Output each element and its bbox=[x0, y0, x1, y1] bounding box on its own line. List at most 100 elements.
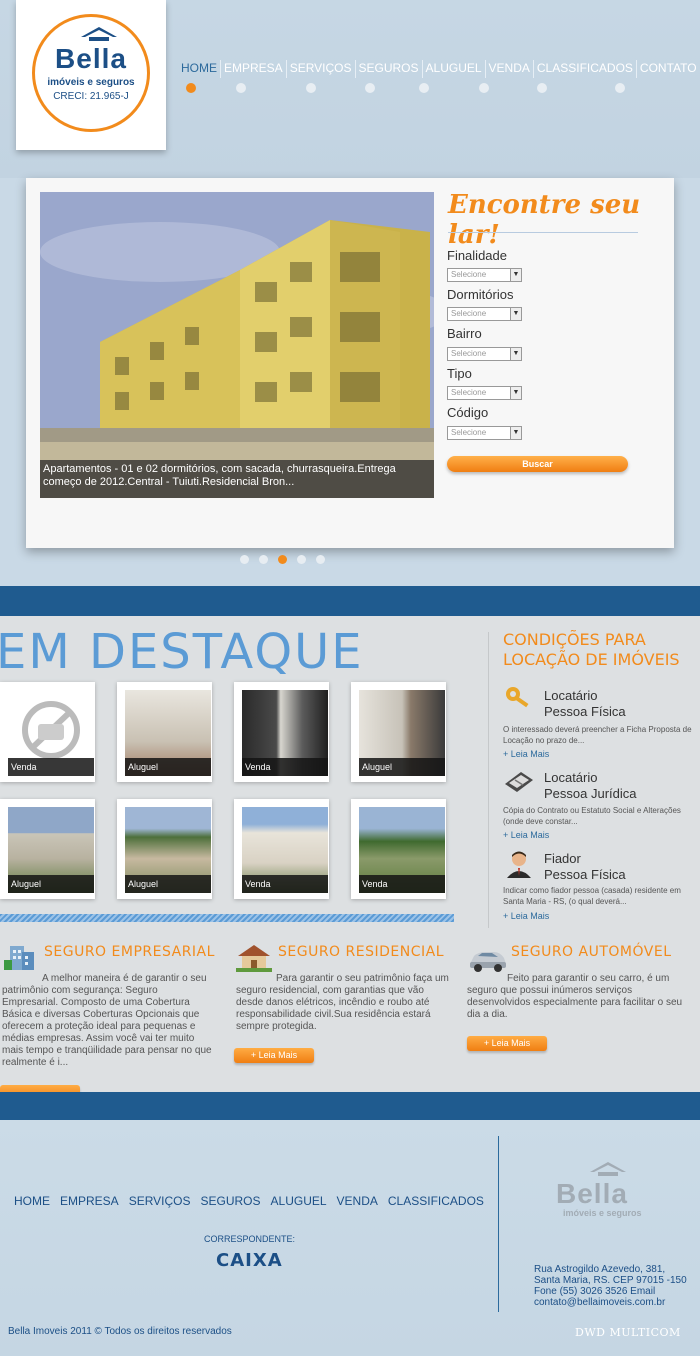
nav-servicos[interactable]: SERVIÇOS bbox=[287, 60, 356, 78]
read-more-link[interactable]: + Leia Mais bbox=[503, 749, 549, 759]
footer-brand-tagline: imóveis e seguros bbox=[563, 1208, 642, 1218]
caixa-logo[interactable]: CAIXA bbox=[216, 1250, 283, 1271]
footer-link-venda[interactable]: VENDA bbox=[337, 1194, 378, 1208]
tipo-label: Tipo bbox=[447, 366, 472, 381]
finalidade-select[interactable]: Selecione ▼ bbox=[447, 268, 522, 282]
footer-link-home[interactable]: HOME bbox=[14, 1194, 50, 1208]
chevron-down-icon: ▼ bbox=[510, 269, 521, 281]
listing-tag: Venda bbox=[242, 758, 328, 776]
nav-empresa[interactable]: EMPRESA bbox=[221, 60, 287, 78]
header: Bella imóveis e seguros CRECI: 21.965-J … bbox=[0, 0, 700, 178]
nav-indicator bbox=[615, 83, 625, 93]
email-link[interactable]: contato@bellaimoveis.com.br bbox=[534, 1297, 687, 1308]
footer-link-empresa[interactable]: EMPRESA bbox=[60, 1194, 119, 1208]
slide-dot[interactable] bbox=[297, 555, 306, 564]
listing-card[interactable]: Venda bbox=[0, 682, 95, 782]
cond-item-title[interactable]: Fiador Pessoa Física bbox=[544, 851, 626, 883]
slide-dot[interactable] bbox=[259, 555, 268, 564]
slide-dot-active[interactable] bbox=[278, 555, 287, 564]
read-more-link[interactable]: + Leia Mais bbox=[503, 911, 549, 921]
address: Rua Astrogildo Azevedo, 381, Santa Maria… bbox=[534, 1264, 687, 1308]
listing-card[interactable]: Aluguel bbox=[117, 799, 212, 899]
nav-indicator-active bbox=[186, 83, 196, 93]
car-icon bbox=[470, 952, 506, 972]
cond-item-desc: Indicar como fiador pessoa (casada) resi… bbox=[503, 886, 681, 906]
slide-caption[interactable]: Apartamentos - 01 e 02 dormitórios, com … bbox=[40, 460, 434, 498]
conditions-title-line2: LOCAÇÃO DE IMÓVEIS bbox=[503, 650, 680, 669]
nav-aluguel[interactable]: ALUGUEL bbox=[423, 60, 486, 78]
chevron-down-icon: ▼ bbox=[510, 427, 521, 439]
destaque-title: EM DESTAQUE bbox=[0, 624, 364, 680]
nav-indicator bbox=[479, 83, 489, 93]
divider bbox=[488, 632, 489, 928]
cond-item-line1: Locatário bbox=[544, 770, 598, 785]
developer-credit[interactable]: DWD MULTICOM bbox=[575, 1326, 681, 1339]
listing-card[interactable]: Venda bbox=[234, 799, 329, 899]
nav-seguros[interactable]: SEGUROS bbox=[356, 60, 423, 78]
finalidade-value: Selecione bbox=[451, 270, 487, 279]
dormitorios-select[interactable]: Selecione ▼ bbox=[447, 307, 522, 321]
search-button[interactable]: Buscar bbox=[447, 456, 628, 472]
listing-tag: Aluguel bbox=[8, 875, 94, 893]
footer-link-aluguel[interactable]: ALUGUEL bbox=[271, 1194, 327, 1208]
house-icon bbox=[236, 945, 272, 972]
nav-home[interactable]: HOME bbox=[178, 60, 221, 78]
main-nav: HOME EMPRESA SERVIÇOS SEGUROS ALUGUEL VE… bbox=[178, 60, 700, 78]
nav-indicator bbox=[537, 83, 547, 93]
address-line: Santa Maria, RS. CEP 97015 -150 bbox=[534, 1275, 687, 1286]
divider bbox=[448, 232, 638, 233]
seguro-empresarial-title[interactable]: SEGURO EMPRESARIAL bbox=[44, 944, 215, 960]
cond-item-desc: O interessado deverá preencher a Ficha P… bbox=[503, 725, 692, 745]
cond-item-desc: Cópia do Contrato ou Estatuto Social e A… bbox=[503, 806, 681, 826]
bairro-value: Selecione bbox=[451, 349, 487, 358]
listing-tag: Aluguel bbox=[359, 758, 445, 776]
listing-card[interactable]: Aluguel bbox=[351, 682, 446, 782]
slide-image[interactable]: Apartamentos - 01 e 02 dormitórios, com … bbox=[40, 192, 434, 498]
nav-classificados[interactable]: CLASSIFICADOS bbox=[534, 60, 637, 78]
seguro-empresarial-text: A melhor maneira é de garantir o seu pat… bbox=[2, 973, 212, 1068]
brand-name: Bella bbox=[55, 43, 127, 74]
listing-tag: Venda bbox=[242, 875, 328, 893]
listing-tag: Aluguel bbox=[125, 875, 211, 893]
correspondent-label: CORRESPONDENTE: bbox=[204, 1234, 296, 1244]
listing-card[interactable]: Aluguel bbox=[0, 799, 95, 899]
nav-contato[interactable]: CONTATO bbox=[637, 60, 700, 78]
bairro-select[interactable]: Selecione ▼ bbox=[447, 347, 522, 361]
listing-card[interactable]: Venda bbox=[351, 799, 446, 899]
footer-link-classificados[interactable]: CLASSIFICADOS bbox=[388, 1194, 484, 1208]
seguro-residencial-more-button[interactable]: + Leia Mais bbox=[234, 1048, 314, 1063]
dormitorios-value: Selecione bbox=[451, 309, 487, 318]
footer-link-seguros[interactable]: SEGUROS bbox=[201, 1194, 261, 1208]
tipo-select[interactable]: Selecione ▼ bbox=[447, 386, 522, 400]
building-photo bbox=[40, 192, 434, 498]
listing-card[interactable]: Aluguel bbox=[117, 682, 212, 782]
cond-item-line2: Pessoa Jurídica bbox=[544, 786, 637, 801]
codigo-select[interactable]: Selecione ▼ bbox=[447, 426, 522, 440]
cond-item-title[interactable]: Locatário Pessoa Jurídica bbox=[544, 770, 637, 802]
featured-slider: Apartamentos - 01 e 02 dormitórios, com … bbox=[26, 178, 674, 548]
listing-card[interactable]: Venda bbox=[234, 682, 329, 782]
slide-dot[interactable] bbox=[316, 555, 325, 564]
nav-indicator bbox=[419, 83, 429, 93]
bairro-label: Bairro bbox=[447, 326, 482, 341]
footer-link-servicos[interactable]: SERVIÇOS bbox=[129, 1194, 191, 1208]
nav-venda[interactable]: VENDA bbox=[486, 60, 534, 78]
footer: HOME EMPRESA SERVIÇOS SEGUROS ALUGUEL VE… bbox=[0, 1120, 700, 1356]
building-icon bbox=[4, 946, 34, 970]
seguro-residencial-title[interactable]: SEGURO RESIDENCIAL bbox=[278, 944, 444, 960]
cond-item-title[interactable]: Locatário Pessoa Física bbox=[544, 688, 626, 720]
listing-tag: Venda bbox=[359, 875, 445, 893]
seguro-automovel-more-button[interactable]: + Leia Mais bbox=[467, 1036, 547, 1051]
section-band bbox=[0, 586, 700, 616]
dormitorios-label: Dormitórios bbox=[447, 287, 514, 302]
document-icon bbox=[505, 772, 533, 792]
slide-dot[interactable] bbox=[240, 555, 249, 564]
listing-tag: Venda bbox=[8, 758, 94, 776]
tipo-value: Selecione bbox=[451, 388, 487, 397]
section-band bbox=[0, 1092, 700, 1122]
chevron-down-icon: ▼ bbox=[510, 308, 521, 320]
nav-indicator bbox=[306, 83, 316, 93]
seguro-automovel-title[interactable]: SEGURO AUTOMÓVEL bbox=[511, 944, 672, 960]
logo[interactable]: Bella imóveis e seguros CRECI: 21.965-J bbox=[16, 0, 166, 150]
read-more-link[interactable]: + Leia Mais bbox=[503, 830, 549, 840]
